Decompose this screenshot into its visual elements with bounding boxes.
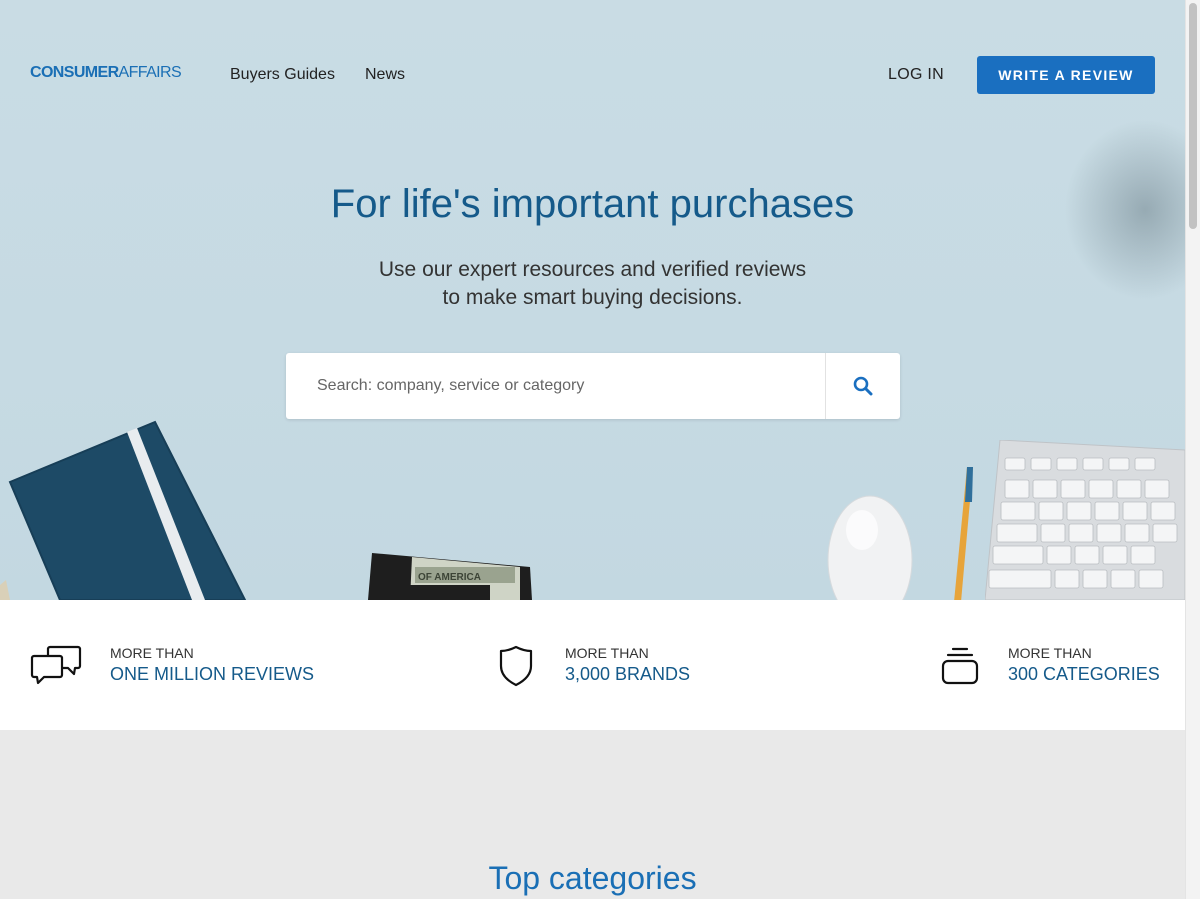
top-categories-section: Top categories — [0, 730, 1185, 899]
search-button[interactable] — [825, 353, 900, 419]
search-icon — [853, 376, 873, 396]
write-review-button[interactable]: WRITE A REVIEW — [977, 56, 1155, 94]
shield-icon — [499, 645, 533, 687]
pencil-image — [954, 467, 973, 600]
top-categories-title: Top categories — [488, 860, 697, 896]
mouse-image — [827, 495, 913, 600]
nav-buyers-guides[interactable]: Buyers Guides — [230, 66, 335, 84]
chat-bubbles-icon — [30, 645, 82, 685]
stat-reviews: MORE THAN ONE MILLION REVIEWS — [0, 600, 400, 730]
nav-news[interactable]: News — [365, 66, 405, 84]
notebook-image — [0, 420, 247, 600]
page-scrollbar[interactable] — [1185, 0, 1200, 899]
stat-reviews-prefix: MORE THAN — [110, 645, 194, 661]
consumeraffairs-logo[interactable]: CONSUMERAFFAIRS — [30, 64, 182, 82]
page: OF AMERICA CONSUMERAFFAIRS Buyers Guides… — [0, 0, 1200, 899]
hero-section: OF AMERICA CONSUMERAFFAIRS Buyers Guides… — [0, 0, 1185, 600]
logo-text-thin: AFFAIRS — [118, 64, 182, 81]
stat-brands: MORE THAN 3,000 BRANDS — [480, 600, 780, 730]
search-input[interactable] — [286, 353, 825, 419]
svg-text:OF AMERICA: OF AMERICA — [418, 572, 481, 583]
stat-categories-prefix: MORE THAN — [1008, 645, 1092, 661]
scrollbar-thumb[interactable] — [1189, 3, 1197, 229]
login-link[interactable]: LOG IN — [888, 66, 944, 84]
hero-headline: For life's important purchases — [330, 182, 855, 226]
stat-brands-value: 3,000 BRANDS — [565, 664, 691, 684]
stack-icon — [941, 647, 979, 685]
hero-subline: Use our expert resources and verified re… — [0, 256, 1185, 312]
wallet-image: OF AMERICA — [368, 553, 532, 600]
logo-text-bold: CONSUMER — [30, 64, 119, 81]
keyboard-image — [985, 440, 1185, 600]
stats-bar: MORE THAN ONE MILLION REVIEWS MORE THAN … — [0, 600, 1185, 730]
stat-brands-prefix: MORE THAN — [565, 645, 649, 661]
stat-categories-value: 300 CATEGORIES — [1008, 664, 1160, 684]
hero-subline-line-1: Use our expert resources and verified re… — [378, 258, 807, 281]
stat-categories: MORE THAN 300 CATEGORIES — [930, 600, 1185, 730]
search-bar — [286, 353, 900, 419]
hero-subline-line-2: to make smart buying decisions. — [442, 286, 743, 309]
stat-reviews-value: ONE MILLION REVIEWS — [110, 664, 315, 684]
